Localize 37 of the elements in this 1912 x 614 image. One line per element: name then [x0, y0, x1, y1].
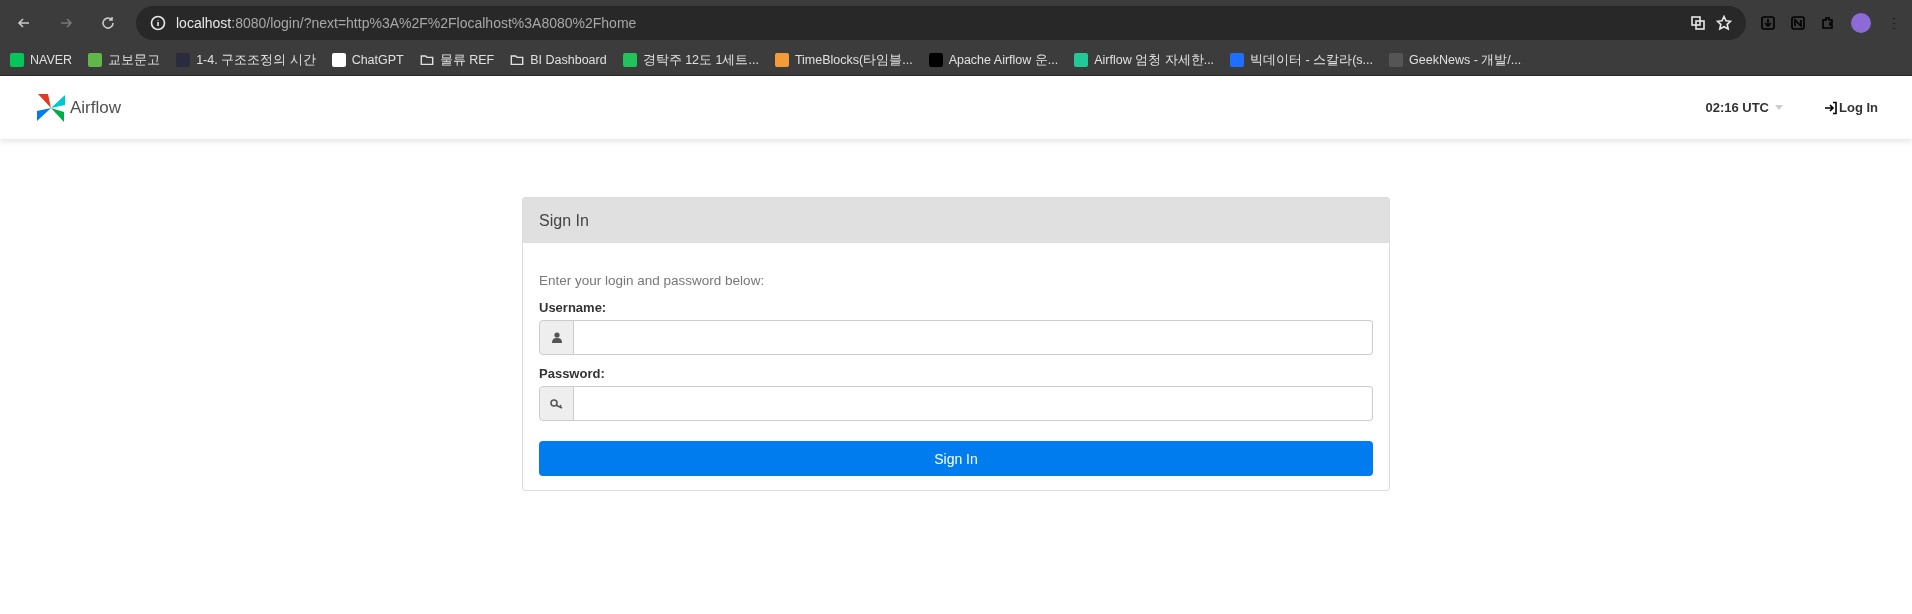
bookmark-link[interactable]: NAVER	[10, 53, 73, 67]
avatar-icon[interactable]	[1850, 11, 1872, 34]
field-label: Username:	[539, 300, 608, 315]
star-icon	[1716, 14, 1732, 31]
key-icon	[549, 398, 564, 409]
bookmark-link[interactable]: ChatGPT	[331, 53, 404, 67]
translate-icon	[1690, 14, 1706, 31]
bookmark-link[interactable]: 빅데이터 - 스칼라(s...	[1230, 51, 1374, 69]
login-link[interactable]: Log In	[1839, 100, 1878, 115]
instruction-text: Enter your login and password below:	[539, 273, 766, 288]
bookmark-link[interactable]: 물류 REF	[419, 51, 495, 69]
bookmark-link[interactable]: TimeBlocks(타임블...	[774, 51, 913, 69]
bookmark-link[interactable]: Apache Airflow 운...	[928, 51, 1059, 69]
field-label: Password:	[539, 366, 606, 381]
bookmark-link[interactable]: 교보문고	[88, 51, 161, 69]
username-field[interactable]	[574, 320, 1373, 355]
reload-icon	[100, 14, 116, 31]
bookmark-link[interactable]: BI Dashboard	[510, 53, 607, 67]
bookmark-link[interactable]: 경탁주 12도 1세트...	[622, 51, 759, 69]
info-icon	[150, 14, 166, 31]
download-icon	[1760, 14, 1776, 31]
bookmark-link[interactable]: 1-4. 구조조정의 시간	[176, 51, 316, 69]
password-field[interactable]	[574, 386, 1373, 421]
caret-icon	[1775, 105, 1783, 110]
brand-link[interactable]: Airflow	[70, 97, 121, 118]
login-icon	[1823, 99, 1839, 116]
clock-dropdown[interactable]: 02:16 UTC	[1699, 99, 1789, 116]
card-title: Sign In	[539, 211, 589, 230]
bookmark-link[interactable]: Airflow 엄청 자세한...	[1074, 51, 1215, 69]
signin-button[interactable]: Sign In	[539, 441, 1373, 476]
user-icon	[551, 332, 562, 343]
folder-icon	[510, 53, 525, 67]
bookmark-link[interactable]: GeekNews - 개발/...	[1389, 51, 1522, 69]
address-bar[interactable]: localhost:8080/login/?next=http%3A%2F%2Flocalhost%3A8080%2Fhome	[136, 5, 1746, 40]
puzzle-icon	[1820, 14, 1836, 31]
folder-icon	[419, 53, 434, 67]
notebook-icon	[1790, 14, 1806, 31]
